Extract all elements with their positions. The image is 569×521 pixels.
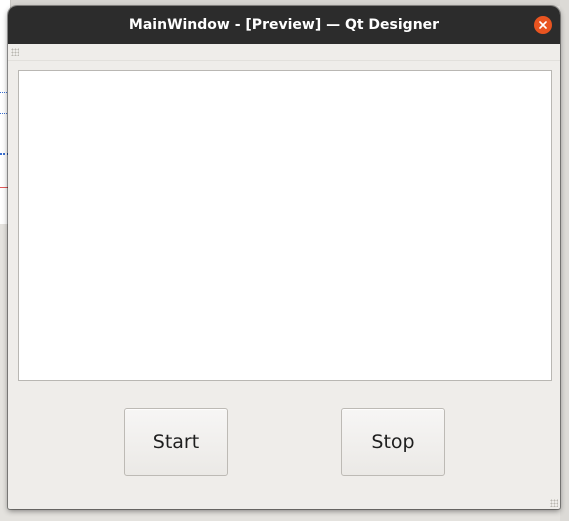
window-titlebar[interactable]: MainWindow - [Preview] — Qt Designer: [8, 6, 560, 44]
window-title: MainWindow - [Preview] — Qt Designer: [128, 17, 440, 33]
close-icon: [539, 21, 547, 29]
stop-button[interactable]: Stop: [341, 408, 445, 476]
start-button[interactable]: Start: [124, 408, 228, 476]
window-close-button[interactable]: [534, 16, 552, 34]
toolbar-grip-icon[interactable]: [11, 48, 19, 56]
desktop-background-right: [560, 0, 569, 521]
resize-grip-icon[interactable]: [550, 499, 558, 507]
text-display-area[interactable]: [18, 70, 552, 381]
preview-window: MainWindow - [Preview] — Qt Designer Sta…: [8, 6, 560, 509]
menubar: [8, 44, 560, 61]
